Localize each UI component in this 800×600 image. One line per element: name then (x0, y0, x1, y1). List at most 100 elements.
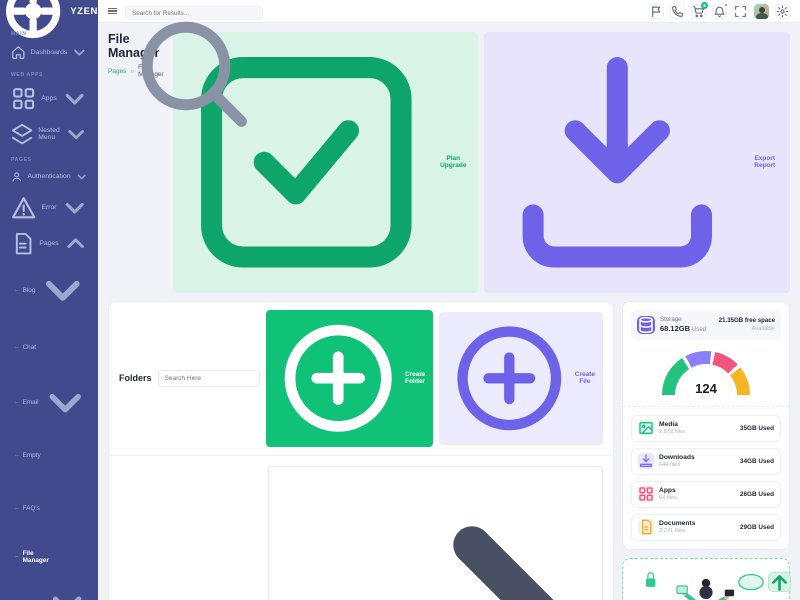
topbar: 5 (98, 0, 800, 23)
sidebar-subitem[interactable]: Chat (0, 319, 98, 376)
settings-gear-icon[interactable] (775, 4, 790, 19)
sidebar-subitem-label: File Manager (23, 550, 49, 564)
sidebar-subitem-label: Blog (23, 287, 36, 294)
sidebar-item-label: Nested Menu (38, 127, 60, 141)
user-avatar[interactable] (754, 4, 769, 19)
storage-list-item[interactable]: Documents 3,271 files 29GB Used (631, 514, 781, 541)
arrow-right-icon (297, 470, 597, 600)
storage-item-used: 34GB Used (740, 458, 774, 465)
sidebar-item-icon (11, 45, 26, 60)
sidebar-subitem[interactable]: FAQ's (0, 482, 98, 535)
sidebar-subitem[interactable]: File Manager (0, 535, 98, 579)
folder-search-input[interactable] (158, 370, 260, 387)
nav-section-main: MAIN (0, 25, 98, 39)
sidebar-item[interactable]: Pages (0, 226, 98, 261)
nav-section-pages: PAGES (0, 151, 98, 165)
sidebar-nav: MAIN Dashboards WEB APPS Apps Nested Men… (0, 23, 98, 600)
sidebar-subitem[interactable]: Blog (0, 261, 98, 318)
nav-section-webapps: WEB APPS (0, 66, 98, 80)
sidebar-subitem-label: Chat (23, 344, 37, 351)
plus-circle-icon (274, 314, 402, 442)
chevron-down-icon (72, 45, 87, 60)
cart-icon[interactable]: 5 (691, 4, 706, 19)
sidebar-item[interactable]: Dashboards (0, 39, 98, 66)
breadcrumb-parent[interactable]: Pages (108, 68, 126, 75)
arrow-up-icon (769, 572, 790, 593)
sidebar-subitem[interactable]: Invoice (0, 579, 98, 600)
sidebar-item[interactable]: Apps (0, 80, 98, 117)
upgrade-card: Get More Spae Of Your files Upgrade to P… (622, 558, 790, 600)
sidebar-item-icon (11, 123, 33, 145)
storage-item-files: 64 files (659, 495, 677, 501)
chevron-down-icon (64, 232, 87, 255)
storage-item-used: 29GB Used (740, 524, 774, 531)
sidebar-item[interactable]: Nested Menu (0, 117, 98, 151)
storage-list-item[interactable]: Apps 64 files 26GB Used (631, 481, 781, 508)
sidebar-item-icon (11, 86, 36, 111)
storage-free-space: 21.35GB free space (719, 317, 775, 324)
language-icon[interactable] (649, 4, 664, 19)
storage-gauge: 124 (631, 340, 781, 398)
panel-title: Folders (119, 373, 152, 383)
sidebar-subitem-label: Email (23, 399, 39, 406)
pages-submenu: Blog Chat Email Empty FAQ's File Manager… (0, 261, 98, 600)
phone-icon[interactable] (670, 4, 685, 19)
upgrade-illustration (631, 567, 781, 600)
storage-item-name: Documents (659, 520, 695, 527)
sidebar-subitem[interactable]: Email (0, 376, 98, 430)
sidebar-item-icon (11, 232, 34, 255)
sidebar-item-label: Error (41, 204, 56, 211)
storage-item-icon (638, 486, 654, 502)
chevron-down-icon (76, 171, 87, 182)
storage-icon (637, 316, 655, 334)
storage-item-files: 644 files (659, 462, 695, 468)
cart-badge: 5 (701, 2, 708, 9)
storage-item-used: 26GB Used (740, 491, 774, 498)
search-icon[interactable] (125, 5, 258, 138)
storage-item-used: 35GB Used (740, 425, 774, 432)
quick-access-view-all-button[interactable]: View All (268, 466, 603, 600)
storage-item-icon (638, 519, 654, 535)
sidebar-item[interactable]: Error (0, 189, 98, 226)
scroll-to-top-button[interactable] (768, 572, 791, 592)
storage-item-name: Downloads (659, 454, 695, 461)
storage-item-files: 2,872 files (659, 429, 685, 435)
storage-item-files: 3,271 files (659, 528, 695, 534)
brand[interactable]: YZEN (0, 0, 98, 23)
sidebar-subitem[interactable]: Empty (0, 430, 98, 482)
divider (623, 406, 789, 407)
storage-title: Storage (660, 316, 706, 323)
sidebar-item[interactable]: Authentication (0, 165, 98, 188)
chevron-down-icon (47, 584, 87, 600)
sidebar-item-label: Dashboards (31, 49, 68, 56)
storage-item-name: Apps (659, 487, 677, 494)
storage-list-item[interactable]: Downloads 644 files 34GB Used (631, 448, 781, 475)
folders-panel: Folders Create Folder Create File Quick … (108, 301, 614, 600)
create-folder-button[interactable]: Create Folder (266, 310, 434, 447)
notifications-bell-icon[interactable] (712, 4, 727, 19)
storage-item-icon (638, 453, 654, 469)
hamburger-icon[interactable] (108, 6, 117, 16)
right-column: Storage 68.12GB Used 21.35GB free space … (622, 301, 790, 600)
storage-item-icon (638, 420, 654, 436)
sidebar-item-label: Pages (39, 240, 58, 247)
create-file-button[interactable]: Create File (439, 312, 603, 446)
storage-list-item[interactable]: Media 2,872 files 35GB Used (631, 415, 781, 442)
sidebar-subitem-label: FAQ's (23, 505, 40, 512)
sidebar-item-label: Apps (41, 95, 57, 102)
chevron-down-icon (62, 86, 87, 111)
export-report-button[interactable]: Export Report (484, 32, 790, 293)
storage-available-label: Available (719, 326, 775, 332)
sidebar: YZEN MAIN Dashboards WEB APPS Apps Neste… (0, 0, 98, 600)
chevron-down-icon (43, 380, 87, 424)
sidebar-subitem-label: Empty (23, 452, 41, 459)
storage-card: Storage 68.12GB Used 21.35GB free space … (622, 301, 790, 550)
chevron-down-icon (39, 266, 87, 314)
storage-item-name: Media (659, 421, 685, 428)
plus-circle-icon (447, 316, 572, 441)
sidebar-item-icon (11, 171, 22, 182)
storage-gauge-value: 124 (662, 381, 750, 396)
chevron-down-icon (65, 123, 87, 145)
fullscreen-icon[interactable] (733, 4, 748, 19)
notification-dot (724, 3, 729, 8)
